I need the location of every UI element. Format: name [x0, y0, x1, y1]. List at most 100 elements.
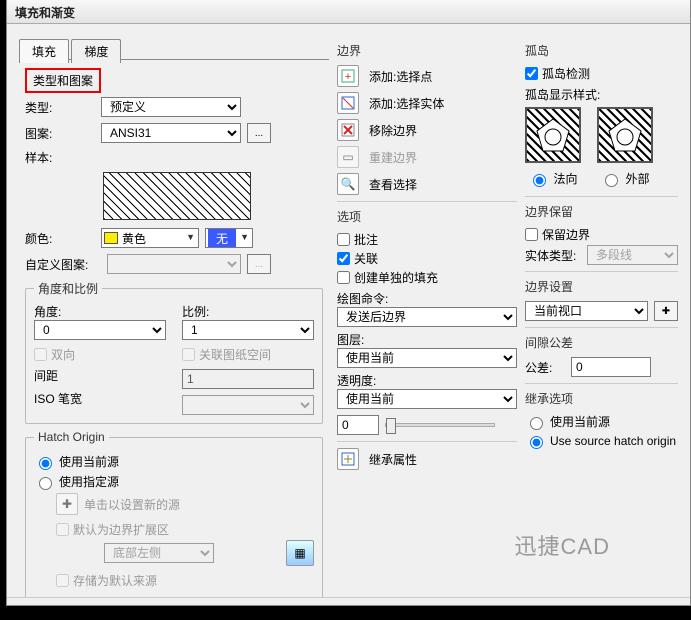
view-selection-icon[interactable]: 🔍	[337, 173, 359, 195]
type-pattern-heading: 类型和图案	[25, 68, 101, 93]
color-label: 颜色:	[25, 230, 95, 247]
spacing-input	[182, 369, 314, 389]
draw-order-label: 绘图命令:	[337, 290, 517, 307]
inherit-props-icon[interactable]	[337, 448, 359, 470]
inherit-heading: 继承选项	[525, 390, 678, 407]
add-pick-label[interactable]: 添加:选择点	[369, 68, 432, 85]
origin-current-radio[interactable]	[39, 457, 52, 470]
add-pick-icon[interactable]: +	[337, 65, 359, 87]
retain-boundary-checkbox[interactable]	[525, 228, 538, 241]
origin-preview-icon: ▦	[286, 540, 314, 566]
inherit-source-label: Use source hatch origin	[550, 434, 676, 448]
angle-scale-legend: 角度和比例	[34, 280, 102, 297]
pattern-browse-button[interactable]: ...	[247, 123, 271, 143]
hatch-origin-group: Hatch Origin 使用当前源 使用指定源 ✚ 单击以设置新的源	[25, 430, 323, 600]
boundary-set-select[interactable]: 当前视口	[525, 301, 648, 321]
tab-gradient[interactable]: 梯度	[71, 39, 121, 63]
origin-specified-label: 使用指定源	[59, 473, 119, 490]
retain-boundary-label: 保留边界	[542, 226, 590, 243]
angle-select[interactable]: 0	[34, 320, 166, 340]
origin-current-label: 使用当前源	[59, 453, 119, 470]
inherit-current-radio[interactable]	[530, 417, 543, 430]
rebuild-boundary-label: 重建边界	[369, 149, 417, 166]
tolerance-input[interactable]	[571, 357, 651, 377]
island-normal-radio[interactable]	[533, 174, 546, 187]
inherit-source-radio[interactable]	[530, 436, 543, 449]
island-detect-checkbox[interactable]	[525, 67, 538, 80]
layer-label: 图层:	[337, 331, 517, 348]
scale-label: 比例:	[182, 303, 314, 320]
default-extents-checkbox	[56, 523, 69, 536]
watermark: 迅捷CAD	[515, 529, 610, 561]
origin-specified-radio[interactable]	[39, 477, 52, 490]
associative-checkbox[interactable]	[337, 252, 350, 265]
inherit-current-label: 使用当前源	[550, 413, 610, 430]
create-separate-checkbox[interactable]	[337, 271, 350, 284]
pattern-select[interactable]: ANSI31	[101, 123, 241, 143]
default-extents-label: 默认为边界扩展区	[73, 521, 169, 538]
tabs: 填充 梯度	[19, 38, 329, 60]
draw-order-select[interactable]: 发送后边界	[337, 307, 517, 327]
transparency-input[interactable]	[337, 415, 379, 435]
island-style-label: 孤岛显示样式:	[525, 86, 678, 103]
view-selection-label[interactable]: 查看选择	[369, 176, 417, 193]
boundary-set-new-button[interactable]: ✚	[654, 301, 678, 321]
associative-label: 关联	[354, 250, 378, 267]
rebuild-boundary-icon: ▭	[337, 146, 359, 168]
color-value: 黄色	[122, 230, 146, 247]
bidirectional-label: 双向	[51, 346, 75, 363]
angle-label: 角度:	[34, 303, 166, 320]
boundary-set-heading: 边界设置	[525, 278, 678, 295]
island-normal-preview[interactable]	[525, 107, 581, 163]
options-heading: 选项	[337, 208, 517, 225]
custom-pattern-browse-button: ...	[247, 254, 271, 274]
background-color-select[interactable]: 无 ▼	[205, 228, 253, 248]
color-select[interactable]: 黄色 ▼	[101, 228, 199, 248]
bottom-bar	[7, 597, 690, 605]
color-none-label: 无	[216, 230, 228, 247]
transparency-slider[interactable]	[385, 423, 495, 427]
add-select-icon[interactable]	[337, 92, 359, 114]
transparency-select[interactable]: 使用当前	[337, 389, 517, 409]
annotate-checkbox[interactable]	[337, 233, 350, 246]
create-separate-label: 创建单独的填充	[354, 269, 438, 286]
gap-heading: 间隙公差	[525, 334, 678, 351]
island-outer-preview[interactable]	[597, 107, 653, 163]
sample-swatch[interactable]	[103, 172, 251, 220]
island-outer-label: 外部	[625, 170, 649, 187]
add-select-label[interactable]: 添加:选择实体	[369, 95, 444, 112]
paper-space-checkbox	[182, 348, 195, 361]
pick-origin-hint: 单击以设置新的源	[84, 496, 180, 513]
svg-text:+: +	[345, 71, 351, 83]
scale-select[interactable]: 1	[182, 320, 314, 340]
remove-boundary-label[interactable]: 移除边界	[369, 122, 417, 139]
island-detect-label: 孤岛检测	[542, 65, 590, 82]
island-outer-radio[interactable]	[605, 174, 618, 187]
type-select[interactable]: 预定义	[101, 97, 241, 117]
boundary-heading: 边界	[337, 42, 517, 59]
custom-pattern-label: 自定义图案:	[25, 256, 101, 273]
boundary-retain-heading: 边界保留	[525, 203, 678, 220]
layer-select[interactable]: 使用当前	[337, 348, 517, 368]
angle-scale-group: 角度和比例 角度: 0 双向 间距	[25, 280, 323, 424]
tolerance-label: 公差:	[525, 359, 565, 376]
islands-heading: 孤岛	[525, 42, 678, 59]
inherit-props-label[interactable]: 继承属性	[369, 451, 417, 468]
type-label: 类型:	[25, 99, 95, 116]
spacing-label: 间距	[34, 367, 74, 384]
remove-boundary-icon[interactable]	[337, 119, 359, 141]
tab-fill[interactable]: 填充	[19, 39, 69, 63]
pick-origin-icon: ✚	[56, 493, 78, 515]
sample-label: 样本:	[25, 149, 95, 166]
hatch-origin-legend: Hatch Origin	[34, 430, 109, 444]
iso-width-label: ISO 笔宽	[34, 390, 94, 407]
store-default-checkbox	[56, 574, 69, 587]
object-type-label: 实体类型:	[525, 247, 581, 264]
window-title: 填充和渐变	[7, 0, 690, 24]
pattern-label: 图案:	[25, 125, 95, 142]
annotate-label: 批注	[354, 231, 378, 248]
store-default-label: 存储为默认来源	[73, 572, 157, 589]
paper-space-label: 关联图纸空间	[199, 346, 271, 363]
bidirectional-checkbox	[34, 348, 47, 361]
type-pattern-label: 类型和图案	[33, 74, 93, 88]
